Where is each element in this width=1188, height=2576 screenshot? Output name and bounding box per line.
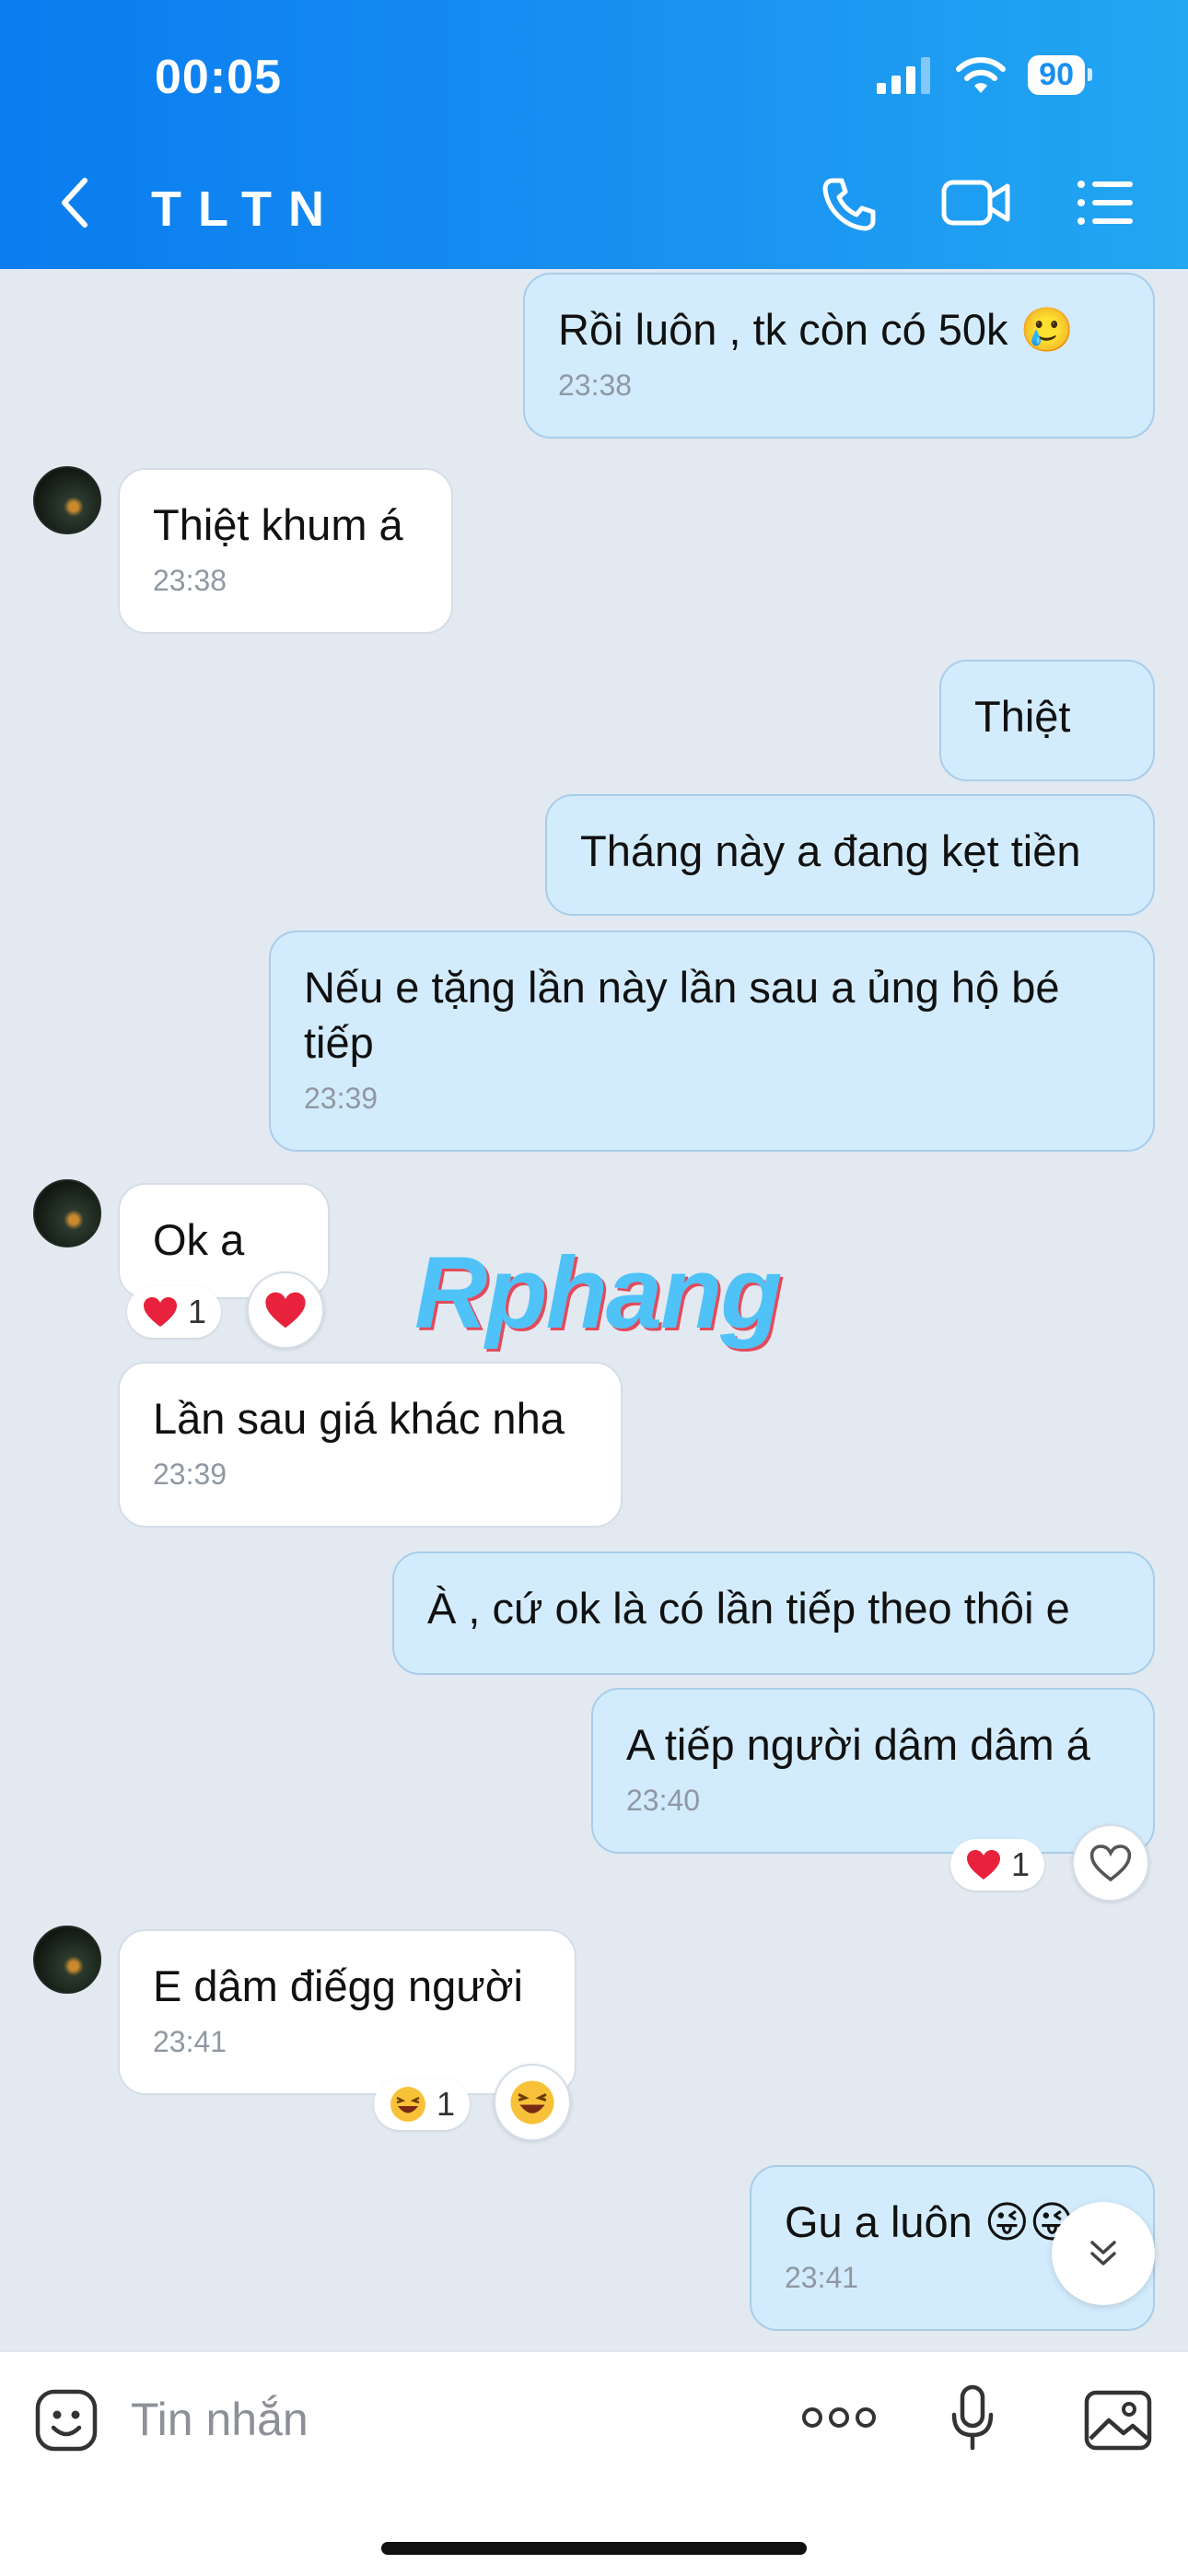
incoming-message[interactable]: Thiệt khum á 23:38	[118, 468, 453, 634]
microphone-icon[interactable]	[949, 2383, 996, 2453]
incoming-message[interactable]: E dâm điếgg người 23:41	[118, 1929, 577, 2095]
contact-avatar[interactable]	[33, 1179, 101, 1247]
outgoing-message[interactable]: Rồi luôn , tk còn có 50k 🥲 23:38	[523, 273, 1155, 439]
outgoing-message[interactable]: Nếu e tặng lần này lần sau a ủng hộ bé t…	[269, 931, 1155, 1152]
reaction-summary[interactable]: 1	[950, 1839, 1045, 1891]
scroll-to-bottom-button[interactable]	[1052, 2202, 1155, 2305]
message-composer: Tin nhắn	[0, 2351, 1188, 2576]
more-options-icon[interactable]	[801, 2404, 877, 2431]
message-time: 23:40	[626, 1784, 701, 1817]
reaction-count: 1	[188, 1293, 207, 1330]
message-text: Rồi luôn , tk còn có 50k 🥲	[558, 305, 1075, 354]
message-time: 23:39	[153, 1458, 227, 1491]
reaction-summary[interactable]: 1	[374, 2078, 471, 2130]
message-text: Thiệt khum á	[153, 500, 403, 549]
message-text: Lần sau giá khác nha	[153, 1394, 565, 1443]
contact-avatar[interactable]	[33, 1926, 101, 1994]
contact-avatar[interactable]	[33, 466, 101, 534]
incoming-message[interactable]: Lần sau giá khác nha 23:39	[118, 1362, 623, 1528]
message-time: 23:39	[304, 1082, 379, 1115]
outgoing-message[interactable]: Tháng này a đang kẹt tiền	[545, 794, 1155, 916]
message-text: Tháng này a đang kẹt tiền	[580, 826, 1081, 875]
reaction-count: 1	[437, 2085, 456, 2123]
outgoing-message[interactable]: A tiếp người dâm dâm á 23:40	[591, 1688, 1155, 1854]
heart-outline-icon	[1089, 1844, 1132, 1882]
wifi-icon	[956, 56, 1007, 93]
menu-list-icon[interactable]	[1076, 175, 1135, 230]
message-text: Nếu e tặng lần này lần sau a ủng hộ bé t…	[304, 963, 1060, 1067]
reaction-summary[interactable]: 1	[127, 1286, 222, 1338]
cellular-signal-icon	[877, 56, 931, 94]
laughing-face-icon	[510, 2080, 554, 2125]
heart-icon	[265, 1292, 306, 1329]
message-text: À , cứ ok là có lần tiếp theo thôi e	[427, 1584, 1070, 1633]
sticker-smiley-icon[interactable]	[33, 2387, 99, 2453]
image-gallery-icon[interactable]	[1083, 2389, 1153, 2452]
message-text: E dâm điếgg người	[153, 1961, 523, 2010]
react-button[interactable]	[1072, 1824, 1149, 1902]
message-time: 23:41	[153, 2025, 227, 2058]
heart-icon	[144, 1297, 177, 1327]
home-indicator[interactable]	[381, 2542, 807, 2555]
laughing-face-icon	[390, 2087, 425, 2122]
message-text: A tiếp người dâm dâm á	[626, 1720, 1090, 1769]
status-icons: 90	[875, 55, 1092, 95]
react-button[interactable]	[247, 1271, 324, 1349]
outgoing-message[interactable]: Thiệt	[939, 660, 1155, 781]
double-chevron-down-icon	[1090, 2241, 1116, 2266]
reaction-count: 1	[1011, 1845, 1031, 1883]
message-time: 23:38	[153, 564, 227, 597]
phone-call-icon[interactable]	[820, 175, 879, 234]
message-time: 23:38	[558, 369, 633, 402]
message-text: Thiệt	[974, 692, 1071, 741]
heart-icon	[967, 1850, 1000, 1879]
watermark-logo: Rphang	[414, 1236, 782, 1350]
status-time: 00:05	[155, 51, 282, 104]
outgoing-message[interactable]: À , cứ ok là có lần tiếp theo thôi e	[392, 1551, 1155, 1675]
react-button[interactable]	[494, 2064, 571, 2141]
battery-indicator: 90	[1028, 55, 1092, 95]
conversation-title[interactable]: TLTN	[151, 181, 341, 238]
message-input[interactable]: Tin nhắn	[131, 2393, 309, 2446]
message-text: Ok a	[153, 1215, 245, 1264]
back-chevron-icon[interactable]	[55, 175, 92, 230]
video-call-icon[interactable]	[941, 175, 1011, 230]
chat-header: 00:05 90 TLTN	[0, 0, 1188, 269]
